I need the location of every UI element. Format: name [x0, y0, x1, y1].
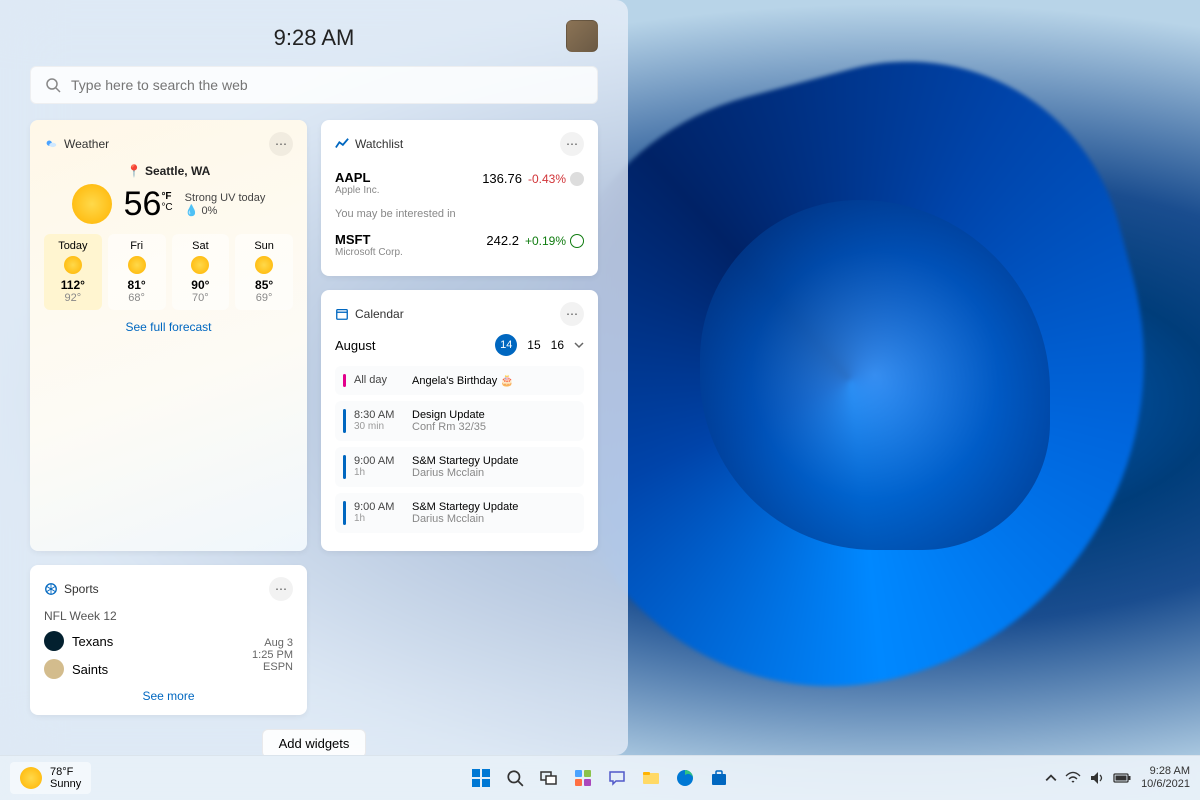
watchlist-widget[interactable]: Watchlist ⋯ AAPLApple Inc. 136.76-0.43% …: [321, 120, 598, 276]
search-input[interactable]: [71, 77, 583, 93]
search-icon: [45, 77, 61, 93]
weather-precip: 💧 0%: [185, 204, 266, 217]
forecast-day[interactable]: Sat 90°70°: [172, 234, 230, 310]
calendar-more-button[interactable]: ⋯: [560, 302, 584, 326]
team-row: Saints: [44, 659, 113, 679]
chevron-down-icon[interactable]: [574, 340, 584, 350]
sports-more-button[interactable]: ⋯: [269, 577, 293, 601]
start-button[interactable]: [467, 764, 495, 792]
calendar-widget[interactable]: Calendar ⋯ August 14 15 16 All day Angel…: [321, 290, 598, 551]
chat-button[interactable]: [603, 764, 631, 792]
calendar-event[interactable]: 9:00 AM1h S&M Startegy UpdateDarius Mccl…: [335, 447, 584, 487]
calendar-icon: [335, 307, 349, 321]
taskbar-weather-temp: 78°F: [50, 766, 81, 778]
calendar-event[interactable]: 8:30 AM30 min Design UpdateConf Rm 32/35: [335, 401, 584, 441]
sports-league: NFL Week 12: [44, 609, 293, 623]
forecast-day[interactable]: Fri 81°68°: [108, 234, 166, 310]
check-icon: [570, 172, 584, 186]
sun-icon: [72, 184, 112, 224]
taskbar-clock[interactable]: 9:28 AM 10/6/2021: [1141, 765, 1190, 791]
watchlist-row[interactable]: AAPLApple Inc. 136.76-0.43%: [335, 164, 584, 202]
weather-forecast-link[interactable]: See full forecast: [44, 320, 293, 334]
watchlist-hint: You may be interested in: [335, 202, 584, 226]
weather-title: Weather: [64, 137, 109, 151]
user-avatar[interactable]: [566, 20, 598, 52]
widgets-button[interactable]: [569, 764, 597, 792]
weather-location: 📍 Seattle, WA: [44, 164, 293, 178]
forecast-day[interactable]: Sun 85°69°: [235, 234, 293, 310]
sun-icon: [20, 767, 42, 789]
weather-temp: 56: [124, 185, 162, 223]
weather-uv: Strong UV today: [185, 192, 266, 204]
team-logo-icon: [44, 659, 64, 679]
sports-widget[interactable]: Sports ⋯ NFL Week 12 Texans Saints Aug 3…: [30, 565, 307, 715]
add-widgets-button[interactable]: Add widgets: [262, 729, 367, 755]
taskbar-search-button[interactable]: [501, 764, 529, 792]
file-explorer-button[interactable]: [637, 764, 665, 792]
calendar-day[interactable]: 16: [551, 338, 564, 352]
sports-title: Sports: [64, 582, 99, 596]
watchlist-title: Watchlist: [355, 137, 403, 151]
task-view-button[interactable]: [535, 764, 563, 792]
watchlist-more-button[interactable]: ⋯: [560, 132, 584, 156]
store-button[interactable]: [705, 764, 733, 792]
search-bar[interactable]: [30, 66, 598, 104]
match-meta: Aug 3 1:25 PM ESPN: [252, 637, 293, 673]
stocks-icon: [335, 137, 349, 151]
sports-icon: [44, 582, 58, 596]
weather-icon: [44, 137, 58, 151]
team-row: Texans: [44, 631, 113, 651]
weather-widget[interactable]: Weather ⋯ 📍 Seattle, WA 56°F°C Strong UV…: [30, 120, 307, 551]
sports-see-more-link[interactable]: See more: [44, 689, 293, 703]
taskbar: 78°F Sunny 9:28 AM 10/6/2021: [0, 755, 1200, 800]
panel-clock: 9:28 AM: [274, 25, 355, 51]
calendar-selected-day[interactable]: 14: [495, 334, 517, 356]
calendar-event[interactable]: All day Angela's Birthday 🎂: [335, 366, 584, 395]
wifi-icon[interactable]: [1065, 770, 1081, 786]
volume-icon[interactable]: [1089, 770, 1105, 786]
watchlist-suggested-row[interactable]: MSFTMicrosoft Corp. 242.2+0.19%: [335, 226, 584, 264]
edge-button[interactable]: [671, 764, 699, 792]
calendar-title: Calendar: [355, 307, 404, 321]
taskbar-weather[interactable]: 78°F Sunny: [10, 762, 91, 794]
calendar-event[interactable]: 9:00 AM1h S&M Startegy UpdateDarius Mccl…: [335, 493, 584, 533]
team-logo-icon: [44, 631, 64, 651]
battery-icon[interactable]: [1113, 772, 1131, 784]
widgets-panel: 9:28 AM Weather ⋯ 📍 Seattle, WA 56°F°C: [0, 0, 628, 755]
calendar-day[interactable]: 15: [527, 338, 540, 352]
taskbar-weather-cond: Sunny: [50, 778, 81, 790]
calendar-month: August: [335, 338, 375, 353]
forecast-day[interactable]: Today 112°92°: [44, 234, 102, 310]
weather-more-button[interactable]: ⋯: [269, 132, 293, 156]
add-icon[interactable]: [570, 234, 584, 248]
chevron-up-icon[interactable]: [1045, 772, 1057, 784]
